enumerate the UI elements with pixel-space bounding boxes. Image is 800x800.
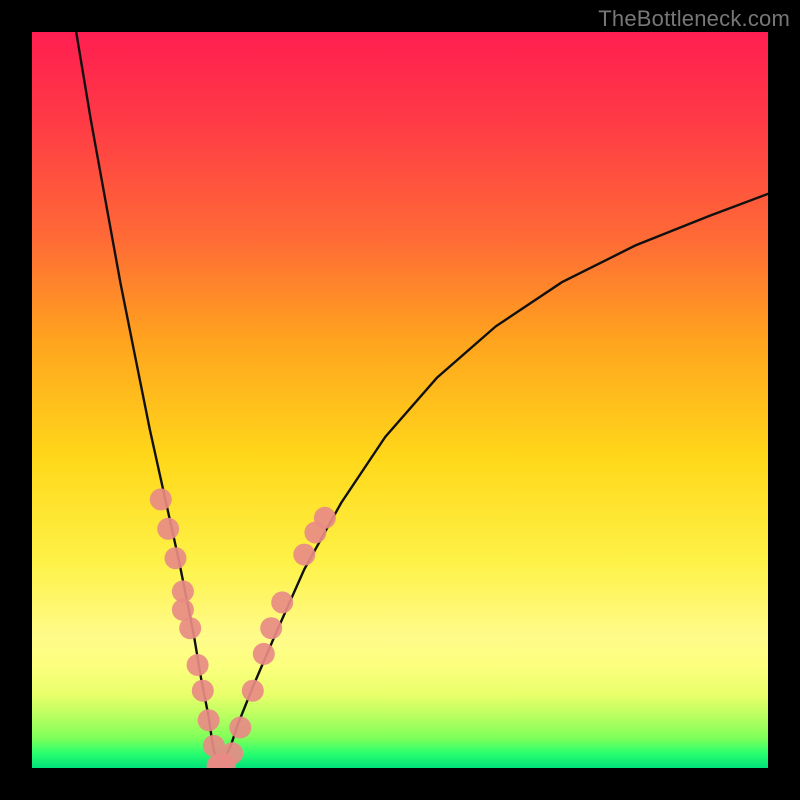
- marker-dot: [157, 518, 179, 540]
- marker-dot: [187, 654, 209, 676]
- marker-dot: [221, 742, 243, 764]
- frame: TheBottleneck.com: [0, 0, 800, 800]
- chart-svg: [32, 32, 768, 768]
- marker-dot: [229, 717, 251, 739]
- marker-dot: [260, 617, 282, 639]
- marker-dots: [150, 488, 336, 768]
- marker-dot: [271, 591, 293, 613]
- bottleneck-curve: [76, 32, 768, 768]
- plot-area: [32, 32, 768, 768]
- marker-dot: [253, 643, 275, 665]
- marker-dot: [150, 488, 172, 510]
- marker-dot: [165, 547, 187, 569]
- marker-dot: [172, 599, 194, 621]
- marker-dot: [242, 680, 264, 702]
- marker-dot: [192, 680, 214, 702]
- marker-dot: [293, 544, 315, 566]
- marker-dot: [198, 709, 220, 731]
- marker-dot: [314, 507, 336, 529]
- watermark-text: TheBottleneck.com: [598, 6, 790, 32]
